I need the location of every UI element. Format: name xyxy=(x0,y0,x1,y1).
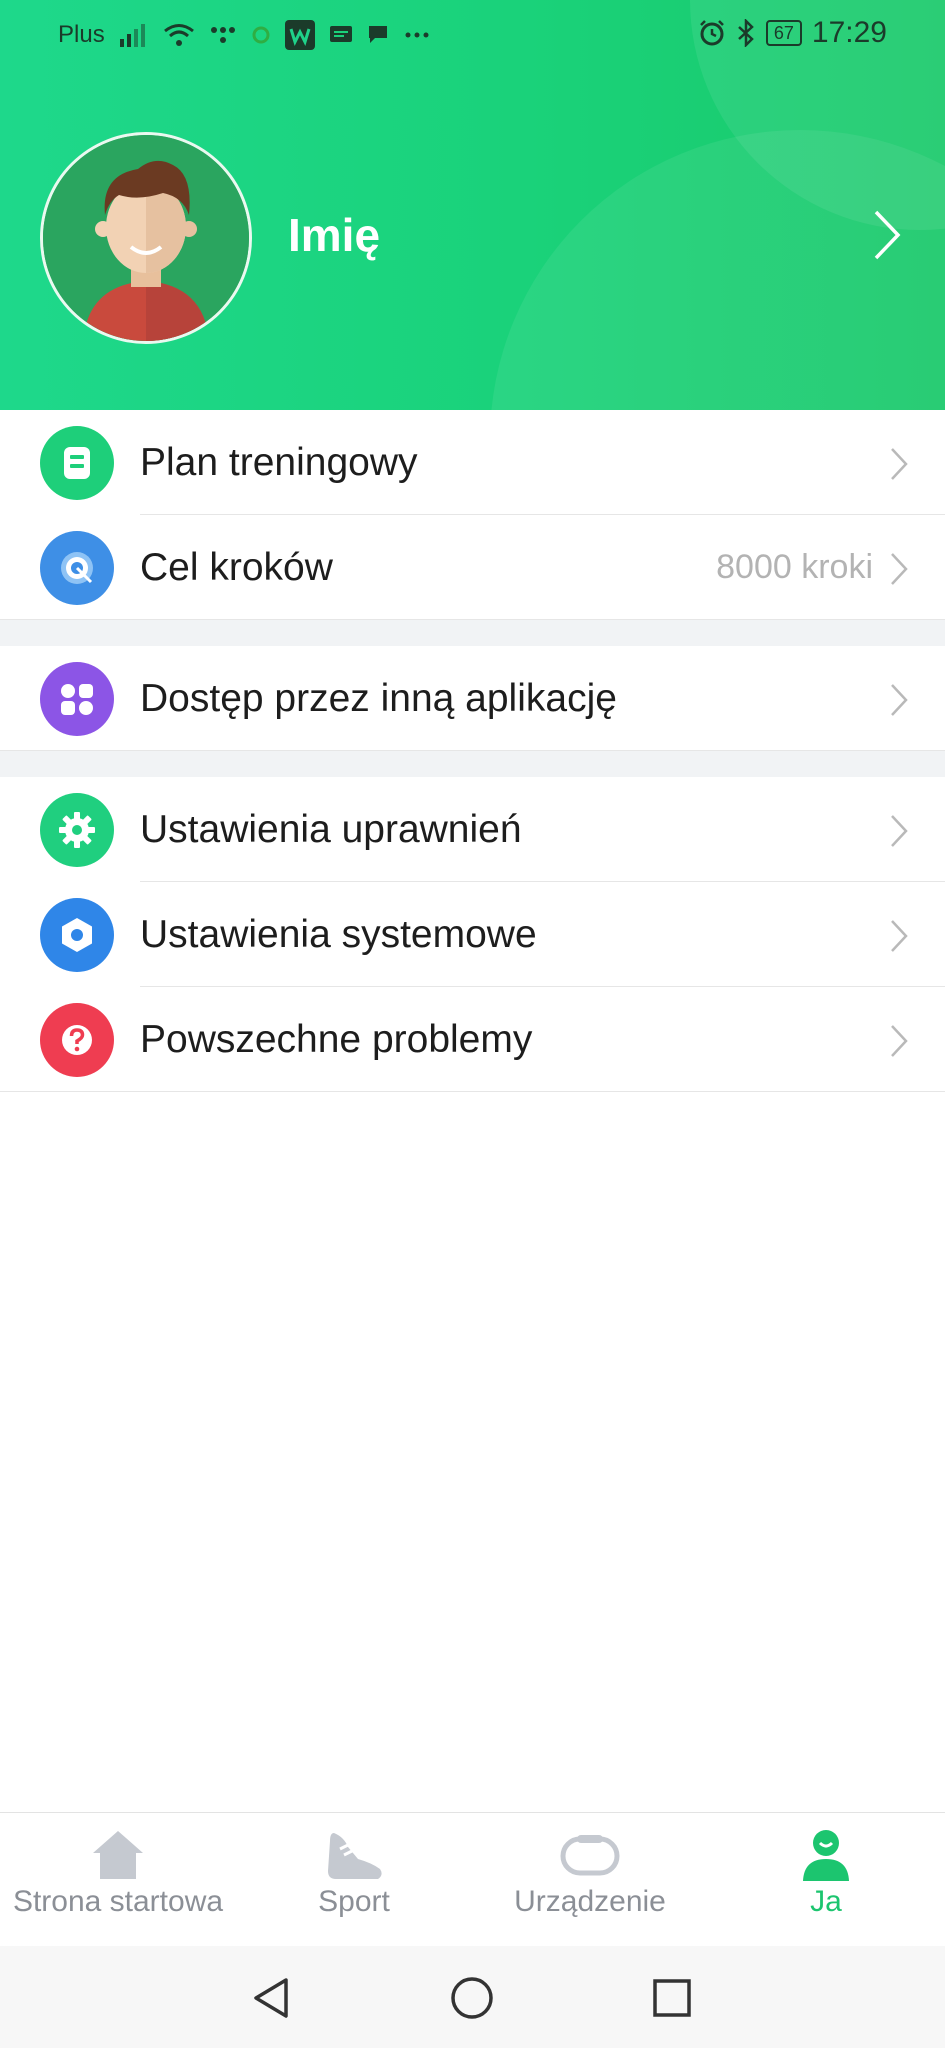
battery-indicator: 67 xyxy=(765,20,802,46)
app-w-icon xyxy=(284,20,315,50)
permission-gear-icon xyxy=(40,793,114,867)
chevron-right-icon xyxy=(889,813,909,854)
tab-me[interactable]: Ja xyxy=(708,1813,944,1947)
chat-icon xyxy=(367,24,391,46)
menu-item-step-goal[interactable]: Cel kroków 8000 kroki xyxy=(0,515,945,620)
menu-item-system-settings[interactable]: Ustawienia systemowe xyxy=(0,882,945,987)
apps-icon xyxy=(40,662,114,736)
home-button-icon[interactable] xyxy=(444,1970,500,2026)
back-icon[interactable] xyxy=(242,1970,298,2026)
menu-item-training-plan[interactable]: Plan treningowy xyxy=(0,410,945,515)
avatar[interactable] xyxy=(40,132,252,344)
tab-label: Urządzenie xyxy=(514,1885,666,1918)
alarm-icon xyxy=(698,19,726,47)
menu-item-common-problems[interactable]: Powszechne problemy xyxy=(0,987,945,1092)
tab-home[interactable]: Strona startowa xyxy=(0,1813,236,1947)
message-icon xyxy=(329,24,353,46)
profile-name[interactable]: Imię xyxy=(288,208,380,262)
menu-item-label: Powszechne problemy xyxy=(140,1017,533,1061)
clock-time: 17:29 xyxy=(811,16,887,49)
bottom-navigation: Strona startowa Sport Urządzenie Ja xyxy=(0,1812,945,1947)
profile-chevron-right-icon[interactable] xyxy=(872,208,902,267)
menu-item-label: Ustawienia systemowe xyxy=(140,912,537,956)
help-icon xyxy=(40,1003,114,1077)
system-gear-icon xyxy=(40,898,114,972)
chevron-right-icon xyxy=(889,446,909,487)
menu-item-label: Cel kroków xyxy=(140,545,333,589)
chevron-right-icon xyxy=(889,1023,909,1064)
more-notifications-icon xyxy=(405,32,429,38)
network-icon xyxy=(209,25,237,45)
menu-item-label: Ustawienia uprawnień xyxy=(140,807,522,851)
shoe-icon xyxy=(236,1827,472,1889)
menu-group-training: Plan treningowy Cel kroków 8000 kroki xyxy=(0,410,945,620)
tab-sport[interactable]: Sport xyxy=(236,1813,472,1947)
menu-item-third-party-access[interactable]: Dostęp przez inną aplikację xyxy=(0,646,945,751)
tab-label: Ja xyxy=(810,1885,842,1918)
divider xyxy=(0,1091,945,1092)
chevron-right-icon xyxy=(889,682,909,723)
system-navigation-bar xyxy=(0,1946,945,2048)
menu-item-label: Dostęp przez inną aplikację xyxy=(140,676,617,720)
band-icon xyxy=(472,1827,708,1889)
menu-group-apps: Dostęp przez inną aplikację xyxy=(0,646,945,751)
chevron-right-icon xyxy=(889,551,909,592)
signal-icon xyxy=(119,23,149,47)
wifi-icon xyxy=(163,23,195,47)
recent-apps-icon[interactable] xyxy=(644,1970,700,2026)
person-icon xyxy=(708,1827,944,1889)
training-plan-icon xyxy=(40,426,114,500)
menu-item-permission-settings[interactable]: Ustawienia uprawnień xyxy=(0,777,945,882)
chevron-right-icon xyxy=(889,918,909,959)
tab-label: Strona startowa xyxy=(12,1885,224,1918)
tab-device[interactable]: Urządzenie xyxy=(472,1813,708,1947)
step-goal-icon xyxy=(40,531,114,605)
group-separator xyxy=(0,620,945,646)
group-separator xyxy=(0,751,945,777)
bluetooth-icon xyxy=(736,19,756,47)
tab-label: Sport xyxy=(318,1885,390,1918)
status-bar: Plus 67 17:29 xyxy=(0,0,945,66)
menu-group-settings: Ustawienia uprawnień Ustawienia systemow… xyxy=(0,777,945,1092)
profile-header: Plus 67 17:29 Imię xyxy=(0,0,945,410)
sync-icon xyxy=(251,25,271,45)
step-goal-value: 8000 kroki xyxy=(716,548,873,586)
carrier-label: Plus xyxy=(58,21,105,48)
menu-item-label: Plan treningowy xyxy=(140,440,418,484)
home-icon xyxy=(0,1827,236,1889)
